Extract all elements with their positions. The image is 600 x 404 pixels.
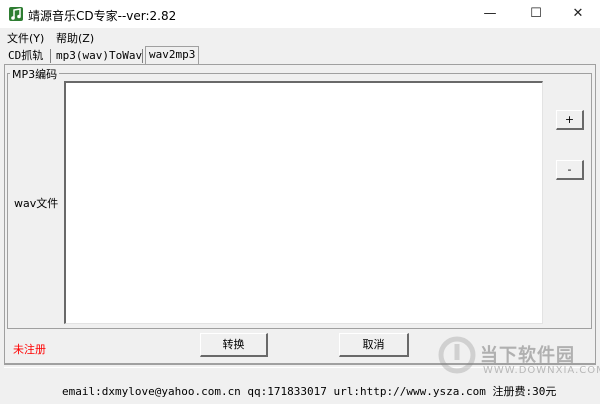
watermark-url: WWW.DOWNXIA.COM — [483, 365, 600, 376]
watermark-name: 当下软件园 — [480, 345, 575, 366]
wav-file-list[interactable] — [64, 81, 543, 324]
minimize-button[interactable]: — — [468, 0, 512, 28]
contact-info: email:dxmylove@yahoo.com.cn qq:171833017… — [62, 385, 557, 398]
tab-separator — [142, 49, 143, 63]
unregistered-label: 未注册 — [13, 343, 46, 356]
tab-strip: CD抓轨 mp3(wav)ToWav wav2mp3 — [0, 46, 600, 66]
add-file-button[interactable]: + — [556, 110, 584, 130]
watermark-logo-icon — [438, 336, 476, 374]
close-button[interactable]: ✕ — [556, 0, 600, 28]
convert-button[interactable]: 转换 — [200, 333, 268, 357]
tab-wav2mp3[interactable]: wav2mp3 — [145, 46, 200, 65]
music-note-icon — [9, 7, 23, 21]
group-title: MP3编码 — [10, 66, 60, 82]
maximize-button[interactable]: ☐ — [514, 0, 558, 28]
cancel-button[interactable]: 取消 — [339, 333, 409, 357]
menu-file[interactable]: 文件(Y) — [7, 30, 44, 46]
wav-file-label: wav文件 — [14, 197, 59, 210]
remove-file-button[interactable]: - — [556, 160, 584, 180]
tab-cd-rip[interactable]: CD抓轨 — [5, 48, 46, 64]
tab-separator — [50, 49, 51, 63]
menu-help[interactable]: 帮助(Z) — [56, 30, 94, 46]
title-bar[interactable]: 靖源音乐CD专家--ver:2.82 — ☐ ✕ — [0, 0, 600, 28]
tab-mp3-to-wav[interactable]: mp3(wav)ToWav — [53, 48, 145, 64]
window-title: 靖源音乐CD专家--ver:2.82 — [28, 9, 177, 23]
menu-bar: 文件(Y) 帮助(Z) — [0, 28, 600, 46]
